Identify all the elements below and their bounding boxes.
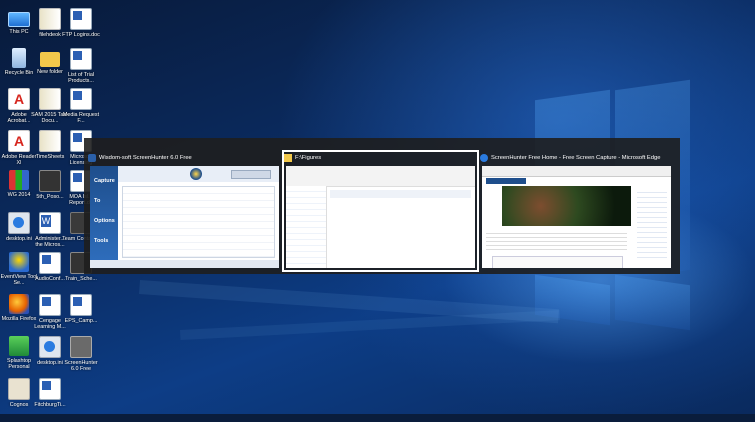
browser-toolbar	[482, 166, 671, 177]
desktop-icon-label: EPS_Camp...	[64, 318, 98, 324]
edge-icon	[480, 154, 488, 162]
screenhunter-sidebar: Capture To Options Tools	[90, 166, 118, 268]
splashtop-icon	[9, 336, 29, 356]
desktop-icon-label: FTP Logins.doc	[62, 32, 100, 38]
film-icon	[39, 170, 61, 192]
window-thumbnail-edge[interactable]: ScreenHunter Free Home - Free Screen Cap…	[480, 152, 673, 270]
window-thumbnail-explorer[interactable]: F:\Figures	[282, 150, 479, 272]
screenhunter-footer	[90, 260, 279, 268]
window-preview: Capture To Options Tools	[90, 166, 279, 268]
nav-options: Options	[94, 218, 115, 224]
book-icon	[39, 130, 61, 152]
doc-icon	[70, 48, 92, 70]
recycle-bin-icon	[12, 48, 26, 68]
window-title: F:\Figures	[295, 155, 322, 161]
desktop-icon-label: Train_Sche...	[65, 276, 97, 282]
nav-capture: Capture	[94, 178, 115, 184]
screenhunter-icon	[88, 154, 96, 162]
gear-icon	[39, 336, 61, 358]
settings-panel	[122, 186, 275, 258]
firefox-icon	[9, 294, 29, 314]
doc-icon	[39, 294, 61, 316]
explorer-ribbon	[286, 166, 475, 187]
doc-icon	[39, 378, 61, 400]
pc-icon	[8, 12, 30, 27]
folder-icon	[40, 52, 60, 67]
desktop-icon[interactable]: FitchburgTi...	[31, 372, 69, 422]
doc-icon	[70, 294, 92, 316]
desktop-icon-label: FitchburgTi...	[34, 402, 66, 408]
desktop-icon-label: Media Request F...	[62, 112, 100, 124]
grid-icon	[9, 170, 29, 190]
cog-icon	[8, 378, 30, 400]
screenhunter-header	[118, 166, 279, 182]
window-title: ScreenHunter Free Home - Free Screen Cap…	[491, 155, 661, 161]
doc-icon	[70, 88, 92, 110]
nav-tools: Tools	[94, 238, 109, 244]
doc-icon	[70, 8, 92, 30]
screenhunter-logo-icon	[190, 168, 202, 180]
task-switcher: Wisdom-soft ScreenHunter 6.0 Free Captur…	[84, 138, 680, 274]
light-beam	[180, 310, 561, 340]
content-boxes	[492, 256, 623, 268]
window-title: Wisdom-soft ScreenHunter 6.0 Free	[99, 155, 192, 161]
pdf-icon	[8, 130, 30, 152]
page-text	[486, 230, 627, 252]
explorer-column-header	[330, 190, 471, 198]
explorer-navigation-pane	[286, 186, 327, 268]
window-preview	[482, 166, 671, 268]
pdf-icon	[8, 88, 30, 110]
window-thumbnail-screenhunter[interactable]: Wisdom-soft ScreenHunter 6.0 Free Captur…	[88, 152, 281, 270]
save-settings-button	[231, 170, 271, 179]
word-icon	[39, 212, 61, 234]
windows-logo-pane	[615, 274, 690, 331]
doc-icon	[39, 252, 61, 274]
nav-to: To	[94, 198, 101, 204]
hero-image	[502, 186, 631, 226]
window-preview	[286, 166, 475, 268]
book-icon	[39, 88, 61, 110]
folder-icon	[284, 154, 292, 162]
hand-icon	[70, 336, 92, 358]
gear-icon	[8, 212, 30, 234]
desktop-icon-label: ScreenHunter 6.0 Free	[64, 360, 98, 372]
site-brand	[486, 178, 526, 184]
page-sidebar	[637, 188, 667, 262]
bulb-icon	[9, 252, 29, 272]
book-icon	[39, 8, 61, 30]
